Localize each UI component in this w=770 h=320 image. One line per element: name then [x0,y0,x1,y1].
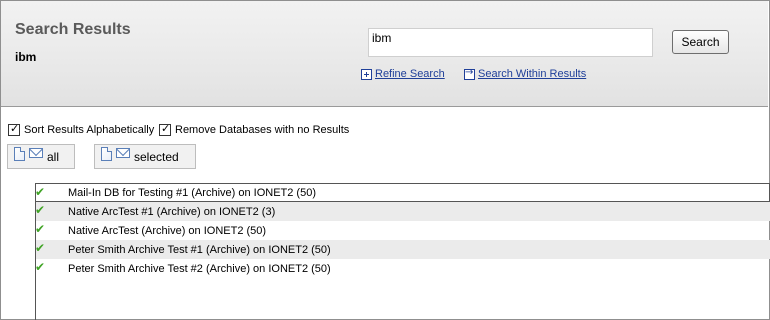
search-header: Search Results ibm Search Refine Search … [1,1,768,107]
result-label[interactable]: Peter Smith Archive Test #2 (Archive) on… [68,263,331,275]
check-icon: ✔ [35,222,46,236]
result-label[interactable]: Native ArcTest (Archive) on IONET2 (50) [68,225,266,237]
result-row[interactable]: ✔ Mail-In DB for Testing #1 (Archive) on… [35,183,770,202]
query-display: ibm [15,50,37,64]
result-row[interactable]: ✔ Peter Smith Archive Test #1 (Archive) … [35,240,770,259]
result-row[interactable]: ✔ Native ArcTest #1 (Archive) on IONET2 … [35,202,770,221]
selected-button[interactable]: selected [94,144,196,169]
sort-alphabetically-label: Sort Results Alphabetically [24,124,155,136]
plus-box-icon [361,68,372,80]
result-row[interactable]: ✔ Peter Smith Archive Test #2 (Archive) … [35,259,770,278]
search-within-results-link[interactable]: Search Within Results [478,68,586,80]
result-row[interactable]: ✔ Native ArcTest (Archive) on IONET2 (50… [35,221,770,240]
remove-empty-databases-checkbox[interactable] [159,122,171,136]
selected-button-label: selected [134,149,179,164]
remove-empty-databases-option[interactable]: Remove Databases with no Results [159,122,350,136]
check-icon: ✔ [35,241,46,255]
all-button[interactable]: all [7,144,75,169]
sort-alphabetically-option[interactable]: Sort Results Alphabetically [8,122,155,136]
document-icon [14,146,25,161]
mail-icon [116,147,130,158]
result-label[interactable]: Native ArcTest #1 (Archive) on IONET2 (3… [68,206,275,218]
result-label[interactable]: Mail-In DB for Testing #1 (Archive) on I… [68,187,316,199]
check-icon: ✔ [35,185,46,199]
mail-icon [29,147,43,158]
result-label[interactable]: Peter Smith Archive Test #1 (Archive) on… [68,244,331,256]
results-list: ✔ Mail-In DB for Testing #1 (Archive) on… [35,183,770,320]
refine-search-link[interactable]: Refine Search [375,68,445,80]
search-button[interactable]: Search [672,30,729,54]
all-button-label: all [47,149,60,164]
sort-alphabetically-checkbox[interactable] [8,122,20,136]
page-title: Search Results [15,21,131,38]
refine-search-link-group[interactable]: Refine Search [361,68,445,80]
search-input[interactable] [368,28,653,57]
check-icon: ✔ [35,203,46,217]
arrow-box-icon [464,67,475,80]
check-icon: ✔ [35,260,46,274]
document-icon [101,146,112,161]
search-within-link-group[interactable]: Search Within Results [464,67,586,80]
remove-empty-databases-label: Remove Databases with no Results [175,124,350,136]
